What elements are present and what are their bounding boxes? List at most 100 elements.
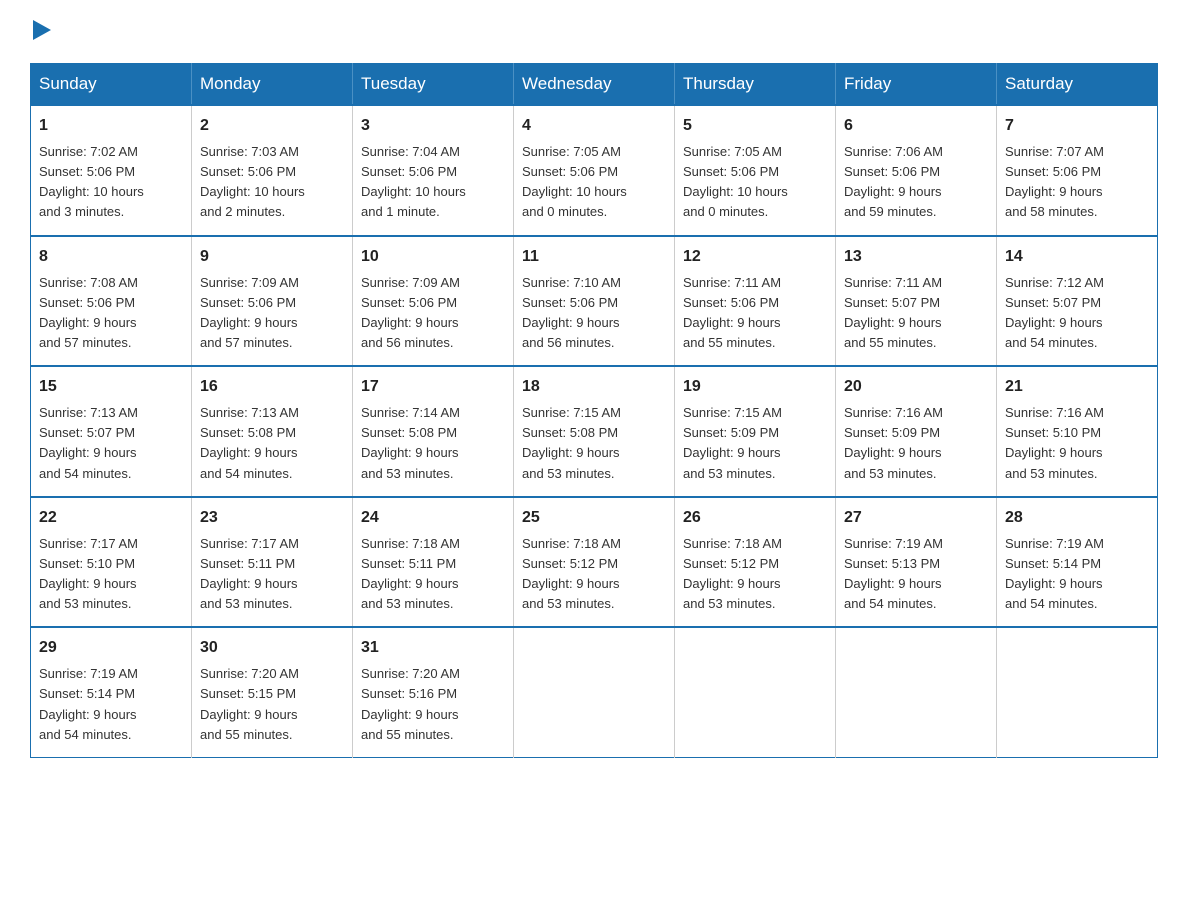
calendar-day-cell: 29 Sunrise: 7:19 AMSunset: 5:14 PMDayligh…: [31, 627, 192, 757]
calendar-day-cell: 1 Sunrise: 7:02 AMSunset: 5:06 PMDaylight…: [31, 105, 192, 236]
calendar-day-cell: 16 Sunrise: 7:13 AMSunset: 5:08 PMDayligh…: [192, 366, 353, 497]
calendar-day-cell: 2 Sunrise: 7:03 AMSunset: 5:06 PMDaylight…: [192, 105, 353, 236]
day-info: Sunrise: 7:15 AMSunset: 5:08 PMDaylight:…: [522, 403, 666, 484]
col-thursday: Thursday: [675, 64, 836, 106]
day-number: 26: [683, 506, 827, 530]
day-info: Sunrise: 7:13 AMSunset: 5:07 PMDaylight:…: [39, 403, 183, 484]
day-info: Sunrise: 7:12 AMSunset: 5:07 PMDaylight:…: [1005, 273, 1149, 354]
calendar-day-cell: 13 Sunrise: 7:11 AMSunset: 5:07 PMDayligh…: [836, 236, 997, 367]
day-info: Sunrise: 7:17 AMSunset: 5:10 PMDaylight:…: [39, 534, 183, 615]
day-number: 29: [39, 636, 183, 660]
day-number: 20: [844, 375, 988, 399]
calendar-day-cell: 26 Sunrise: 7:18 AMSunset: 5:12 PMDayligh…: [675, 497, 836, 628]
day-number: 14: [1005, 245, 1149, 269]
day-info: Sunrise: 7:20 AMSunset: 5:16 PMDaylight:…: [361, 664, 505, 745]
col-sunday: Sunday: [31, 64, 192, 106]
calendar-day-cell: [514, 627, 675, 757]
day-number: 9: [200, 245, 344, 269]
calendar-day-cell: 31 Sunrise: 7:20 AMSunset: 5:16 PMDayligh…: [353, 627, 514, 757]
day-info: Sunrise: 7:11 AMSunset: 5:07 PMDaylight:…: [844, 273, 988, 354]
calendar-day-cell: 4 Sunrise: 7:05 AMSunset: 5:06 PMDaylight…: [514, 105, 675, 236]
calendar-day-cell: 15 Sunrise: 7:13 AMSunset: 5:07 PMDayligh…: [31, 366, 192, 497]
day-info: Sunrise: 7:18 AMSunset: 5:11 PMDaylight:…: [361, 534, 505, 615]
day-number: 19: [683, 375, 827, 399]
day-number: 3: [361, 114, 505, 138]
calendar-day-cell: [836, 627, 997, 757]
day-info: Sunrise: 7:19 AMSunset: 5:13 PMDaylight:…: [844, 534, 988, 615]
calendar-day-cell: 9 Sunrise: 7:09 AMSunset: 5:06 PMDaylight…: [192, 236, 353, 367]
calendar-day-cell: 6 Sunrise: 7:06 AMSunset: 5:06 PMDaylight…: [836, 105, 997, 236]
day-info: Sunrise: 7:16 AMSunset: 5:09 PMDaylight:…: [844, 403, 988, 484]
day-number: 4: [522, 114, 666, 138]
calendar-day-cell: 12 Sunrise: 7:11 AMSunset: 5:06 PMDayligh…: [675, 236, 836, 367]
col-friday: Friday: [836, 64, 997, 106]
day-number: 21: [1005, 375, 1149, 399]
calendar-header-row: Sunday Monday Tuesday Wednesday Thursday…: [31, 64, 1158, 106]
calendar-day-cell: 25 Sunrise: 7:18 AMSunset: 5:12 PMDayligh…: [514, 497, 675, 628]
day-info: Sunrise: 7:14 AMSunset: 5:08 PMDaylight:…: [361, 403, 505, 484]
calendar-day-cell: 30 Sunrise: 7:20 AMSunset: 5:15 PMDayligh…: [192, 627, 353, 757]
day-info: Sunrise: 7:09 AMSunset: 5:06 PMDaylight:…: [361, 273, 505, 354]
day-info: Sunrise: 7:18 AMSunset: 5:12 PMDaylight:…: [522, 534, 666, 615]
day-number: 6: [844, 114, 988, 138]
calendar-table: Sunday Monday Tuesday Wednesday Thursday…: [30, 63, 1158, 758]
day-info: Sunrise: 7:11 AMSunset: 5:06 PMDaylight:…: [683, 273, 827, 354]
day-number: 8: [39, 245, 183, 269]
day-number: 15: [39, 375, 183, 399]
day-info: Sunrise: 7:15 AMSunset: 5:09 PMDaylight:…: [683, 403, 827, 484]
day-info: Sunrise: 7:02 AMSunset: 5:06 PMDaylight:…: [39, 142, 183, 223]
day-number: 10: [361, 245, 505, 269]
calendar-day-cell: 20 Sunrise: 7:16 AMSunset: 5:09 PMDayligh…: [836, 366, 997, 497]
calendar-day-cell: 19 Sunrise: 7:15 AMSunset: 5:09 PMDayligh…: [675, 366, 836, 497]
calendar-day-cell: 21 Sunrise: 7:16 AMSunset: 5:10 PMDayligh…: [997, 366, 1158, 497]
col-tuesday: Tuesday: [353, 64, 514, 106]
day-number: 25: [522, 506, 666, 530]
day-number: 2: [200, 114, 344, 138]
day-info: Sunrise: 7:20 AMSunset: 5:15 PMDaylight:…: [200, 664, 344, 745]
day-number: 28: [1005, 506, 1149, 530]
day-info: Sunrise: 7:09 AMSunset: 5:06 PMDaylight:…: [200, 273, 344, 354]
calendar-day-cell: [997, 627, 1158, 757]
day-info: Sunrise: 7:13 AMSunset: 5:08 PMDaylight:…: [200, 403, 344, 484]
logo: [30, 20, 51, 45]
day-number: 17: [361, 375, 505, 399]
calendar-day-cell: 3Sunrise: 7:04 AMSunset: 5:06 PMDaylight…: [353, 105, 514, 236]
calendar-week-row: 8 Sunrise: 7:08 AMSunset: 5:06 PMDaylight…: [31, 236, 1158, 367]
day-info: Sunrise: 7:18 AMSunset: 5:12 PMDaylight:…: [683, 534, 827, 615]
day-info: Sunrise: 7:08 AMSunset: 5:06 PMDaylight:…: [39, 273, 183, 354]
calendar-week-row: 15 Sunrise: 7:13 AMSunset: 5:07 PMDayligh…: [31, 366, 1158, 497]
col-saturday: Saturday: [997, 64, 1158, 106]
day-number: 23: [200, 506, 344, 530]
calendar-day-cell: 5 Sunrise: 7:05 AMSunset: 5:06 PMDaylight…: [675, 105, 836, 236]
calendar-day-cell: 14 Sunrise: 7:12 AMSunset: 5:07 PMDayligh…: [997, 236, 1158, 367]
day-number: 1: [39, 114, 183, 138]
day-number: 22: [39, 506, 183, 530]
calendar-day-cell: 18Sunrise: 7:15 AMSunset: 5:08 PMDayligh…: [514, 366, 675, 497]
day-info: Sunrise: 7:19 AMSunset: 5:14 PMDaylight:…: [39, 664, 183, 745]
page-header: [30, 20, 1158, 45]
day-number: 30: [200, 636, 344, 660]
col-monday: Monday: [192, 64, 353, 106]
day-number: 7: [1005, 114, 1149, 138]
day-number: 5: [683, 114, 827, 138]
day-number: 12: [683, 245, 827, 269]
day-number: 16: [200, 375, 344, 399]
calendar-day-cell: 17 Sunrise: 7:14 AMSunset: 5:08 PMDayligh…: [353, 366, 514, 497]
day-info: Sunrise: 7:03 AMSunset: 5:06 PMDaylight:…: [200, 142, 344, 223]
day-number: 31: [361, 636, 505, 660]
day-info: Sunrise: 7:06 AMSunset: 5:06 PMDaylight:…: [844, 142, 988, 223]
calendar-day-cell: 11 Sunrise: 7:10 AMSunset: 5:06 PMDayligh…: [514, 236, 675, 367]
calendar-week-row: 29 Sunrise: 7:19 AMSunset: 5:14 PMDayligh…: [31, 627, 1158, 757]
day-info: Sunrise: 7:16 AMSunset: 5:10 PMDaylight:…: [1005, 403, 1149, 484]
day-info: Sunrise: 7:10 AMSunset: 5:06 PMDaylight:…: [522, 273, 666, 354]
calendar-day-cell: 22 Sunrise: 7:17 AMSunset: 5:10 PMDayligh…: [31, 497, 192, 628]
day-number: 11: [522, 245, 666, 269]
calendar-week-row: 1 Sunrise: 7:02 AMSunset: 5:06 PMDaylight…: [31, 105, 1158, 236]
calendar-day-cell: [675, 627, 836, 757]
day-info: Sunrise: 7:07 AMSunset: 5:06 PMDaylight:…: [1005, 142, 1149, 223]
day-info: Sunrise: 7:05 AMSunset: 5:06 PMDaylight:…: [522, 142, 666, 223]
day-number: 13: [844, 245, 988, 269]
calendar-day-cell: 27Sunrise: 7:19 AMSunset: 5:13 PMDayligh…: [836, 497, 997, 628]
calendar-day-cell: 7 Sunrise: 7:07 AMSunset: 5:06 PMDaylight…: [997, 105, 1158, 236]
day-info: Sunrise: 7:05 AMSunset: 5:06 PMDaylight:…: [683, 142, 827, 223]
